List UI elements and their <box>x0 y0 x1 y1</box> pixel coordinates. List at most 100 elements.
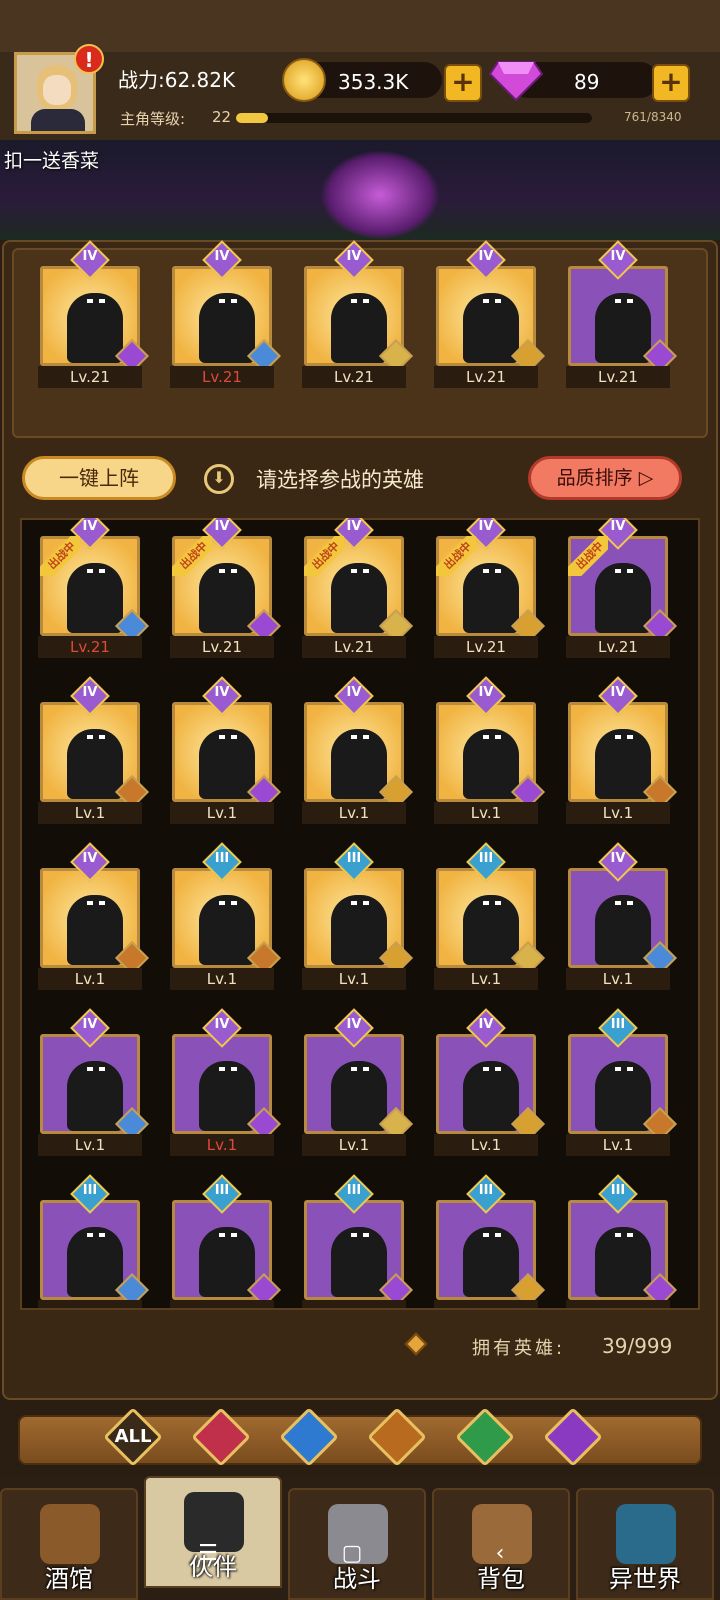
hero-card[interactable]: III <box>170 1174 281 1308</box>
in-battle-text: 出战中 <box>304 536 344 576</box>
portal-glow <box>320 150 440 240</box>
gold-coin-icon <box>282 58 326 102</box>
hero-level: Lv.1 <box>302 968 406 990</box>
hero-level <box>566 1300 670 1308</box>
hero-silhouette <box>595 1061 651 1131</box>
rank-badge: III <box>598 1008 638 1048</box>
filter-naga-button[interactable] <box>279 1407 339 1467</box>
hero-level: Lv.21 <box>302 636 406 658</box>
rank-badge: IV <box>70 1008 110 1048</box>
in-battle-tag: 出战中 <box>40 536 80 576</box>
rank-text: IV <box>610 685 626 700</box>
hero-card[interactable]: IV Lv.21 出战中 <box>566 518 677 660</box>
hero-card[interactable]: IV Lv.1 <box>566 676 677 826</box>
player-level-label: 主角等级: <box>120 110 186 128</box>
alert-icon[interactable]: ! <box>74 44 104 74</box>
hero-card[interactable]: IV Lv.21 出战中 <box>38 518 149 660</box>
rank-badge: III <box>466 842 506 882</box>
quality-sort-button[interactable]: 品质排序 ▷ <box>528 456 682 500</box>
rank-badge: III <box>466 1174 506 1214</box>
hero-level: Lv.1 <box>434 968 538 990</box>
system-home-button[interactable]: ▢ <box>340 1542 364 1566</box>
hero-card[interactable]: III <box>566 1174 677 1308</box>
hero-card[interactable]: III Lv.1 <box>566 1008 677 1158</box>
auto-deploy-button[interactable]: 一键上阵 <box>22 456 176 500</box>
nav-tavern[interactable]: 酒馆 <box>0 1488 138 1600</box>
rank-text: IV <box>82 1017 98 1032</box>
rank-text: III <box>82 1183 98 1198</box>
rank-badge: IV <box>334 676 374 716</box>
nav-portal[interactable]: 异世界 <box>576 1488 714 1600</box>
filter-demon-button[interactable] <box>543 1407 603 1467</box>
hero-silhouette <box>331 729 387 799</box>
hero-card[interactable]: IV Lv.1 <box>170 1008 281 1158</box>
hero-card[interactable]: IV Lv.21 出战中 <box>302 518 413 660</box>
hero-card[interactable]: III Lv.1 <box>302 842 413 992</box>
owned-heroes-count: 39/999 <box>602 1334 673 1358</box>
filter-all-button[interactable]: ALL <box>103 1407 163 1467</box>
portal-icon <box>616 1504 676 1564</box>
hero-card[interactable]: IV Lv.21 <box>434 240 545 390</box>
rank-badge: IV <box>202 676 242 716</box>
hero-level <box>170 1300 274 1308</box>
hero-level: Lv.21 <box>38 366 142 388</box>
hero-card[interactable]: IV Lv.21 <box>170 240 281 390</box>
hero-level: Lv.1 <box>566 802 670 824</box>
hero-card[interactable]: IV Lv.1 <box>170 676 281 826</box>
rank-badge: IV <box>598 842 638 882</box>
hero-level: Lv.21 <box>566 636 670 658</box>
hero-card[interactable]: IV Lv.21 <box>302 240 413 390</box>
hero-card[interactable]: III <box>38 1174 149 1308</box>
tavern-icon <box>40 1504 100 1564</box>
hero-card[interactable]: III Lv.1 <box>170 842 281 992</box>
hero-silhouette <box>67 1061 123 1131</box>
hero-card[interactable]: IV Lv.1 <box>38 842 149 992</box>
rank-badge: IV <box>334 240 374 280</box>
hero-silhouette <box>199 1227 255 1297</box>
hero-level <box>434 1300 538 1308</box>
hero-card[interactable]: IV Lv.1 <box>302 1008 413 1158</box>
rank-badge: III <box>202 1174 242 1214</box>
hero-card[interactable]: IV Lv.21 <box>38 240 149 390</box>
hero-card[interactable]: III <box>434 1174 545 1308</box>
hero-card[interactable]: IV Lv.1 <box>566 842 677 992</box>
hero-silhouette <box>331 1061 387 1131</box>
gold-value: 353.3K <box>338 70 409 94</box>
add-gold-button[interactable]: + <box>444 64 482 102</box>
rank-text: IV <box>82 851 98 866</box>
hero-card[interactable]: III <box>302 1174 413 1308</box>
nav-partner[interactable]: 伙伴 <box>144 1476 282 1588</box>
lion-icon <box>367 1407 427 1467</box>
in-battle-text: 出战中 <box>172 536 212 576</box>
rank-badge: III <box>334 1174 374 1214</box>
hero-silhouette <box>67 895 123 965</box>
rank-badge: IV <box>466 676 506 716</box>
hero-level: Lv.21 <box>302 366 406 388</box>
hero-silhouette <box>595 293 651 363</box>
arrow-down-icon[interactable]: ⬇ <box>204 464 234 494</box>
system-menu-button[interactable]: ☰ <box>196 1542 220 1566</box>
rank-text: IV <box>82 519 98 534</box>
in-battle-tag: 出战中 <box>436 536 476 576</box>
hero-card[interactable]: IV Lv.1 <box>38 676 149 826</box>
hero-card[interactable]: IV Lv.1 <box>434 676 545 826</box>
system-back-button[interactable]: ‹ <box>488 1542 512 1566</box>
hero-silhouette <box>331 1227 387 1297</box>
filter-human-button[interactable] <box>191 1407 251 1467</box>
hero-level: Lv.1 <box>566 968 670 990</box>
in-battle-tag: 出战中 <box>568 536 608 576</box>
rank-text: IV <box>346 1017 362 1032</box>
add-gem-button[interactable]: + <box>652 64 690 102</box>
naga-icon <box>279 1407 339 1467</box>
hero-card[interactable]: IV Lv.1 <box>302 676 413 826</box>
hero-card[interactable]: IV Lv.21 出战中 <box>170 518 281 660</box>
rank-badge: IV <box>598 240 638 280</box>
hero-card[interactable]: IV Lv.21 出战中 <box>434 518 545 660</box>
filter-beast-button[interactable] <box>367 1407 427 1467</box>
hero-card[interactable]: IV Lv.1 <box>38 1008 149 1158</box>
hero-silhouette <box>595 729 651 799</box>
hero-card[interactable]: IV Lv.21 <box>566 240 677 390</box>
filter-elf-button[interactable] <box>455 1407 515 1467</box>
hero-card[interactable]: IV Lv.1 <box>434 1008 545 1158</box>
hero-card[interactable]: III Lv.1 <box>434 842 545 992</box>
